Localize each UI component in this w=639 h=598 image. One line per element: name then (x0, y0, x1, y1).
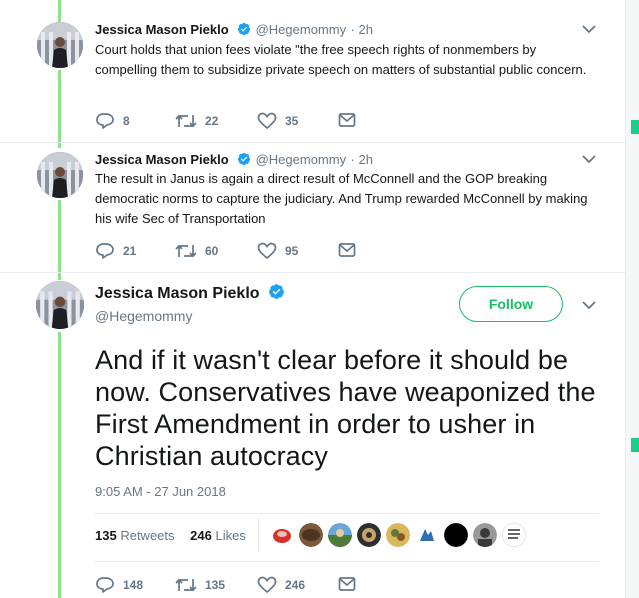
author-handle[interactable]: @Hegemommy (95, 308, 192, 324)
tweet-divider (0, 272, 625, 273)
liker-avatar[interactable] (299, 523, 323, 547)
strip-edge (625, 0, 626, 598)
reply-icon (96, 243, 114, 259)
avatar[interactable] (36, 281, 84, 329)
retweet-icon (175, 244, 197, 258)
dot-separator: · (350, 152, 359, 167)
thread-connector (58, 200, 61, 280)
likes-stat-label: Likes (215, 528, 246, 543)
reply-button[interactable]: 21 (95, 242, 136, 260)
direct-message-icon (338, 113, 356, 127)
tweet-header: Jessica Mason Pieklo @Hegemommy · 2h (95, 151, 373, 171)
tweet-time[interactable]: 2h (359, 22, 373, 37)
retweet-button[interactable]: 60 (175, 242, 218, 260)
avatar[interactable] (37, 22, 83, 68)
retweet-button[interactable]: 22 (175, 112, 218, 130)
tweet-text: Court holds that union fees violate "the… (95, 42, 587, 77)
avatar-image (37, 22, 83, 68)
green-marker (631, 438, 639, 452)
retweet-count: 135 (205, 578, 226, 592)
direct-message-button[interactable] (338, 576, 356, 592)
liker-avatar[interactable] (444, 523, 468, 547)
liker-avatar[interactable] (386, 523, 410, 547)
liker-avatar[interactable] (473, 523, 497, 547)
retweet-button[interactable]: 135 (175, 576, 225, 594)
author-name[interactable]: Jessica Mason Pieklo (95, 22, 229, 37)
like-button[interactable]: 246 (257, 576, 305, 594)
liker-avatar[interactable] (415, 523, 439, 547)
tweet-header: Jessica Mason Pieklo @Hegemommy · 2h (95, 21, 373, 41)
like-count: 35 (285, 114, 299, 128)
follow-button[interactable]: Follow (459, 286, 563, 322)
liker-avatar[interactable] (328, 523, 352, 547)
liker-avatar[interactable] (270, 523, 294, 547)
retweets-stat[interactable]: 135 Retweets (95, 528, 175, 543)
likes-stat[interactable]: 246 Likes (190, 528, 246, 543)
like-icon (257, 242, 277, 260)
like-button[interactable]: 35 (257, 112, 298, 130)
verified-badge-icon (237, 22, 251, 41)
verified-badge-icon (268, 283, 285, 305)
reply-count: 148 (123, 578, 144, 592)
thread-connector (58, 332, 61, 598)
avatar[interactable] (37, 152, 83, 198)
stats-divider-top (95, 513, 599, 514)
right-edge-strip (625, 0, 639, 598)
main-tweet-header: Jessica Mason Pieklo (95, 283, 285, 305)
like-icon (257, 576, 277, 594)
author-name[interactable]: Jessica Mason Pieklo (95, 152, 229, 167)
retweet-icon (175, 578, 197, 592)
reply-button[interactable]: 8 (95, 112, 130, 130)
tweet-time[interactable]: 2h (359, 152, 373, 167)
liker-avatar[interactable] (357, 523, 381, 547)
author-handle[interactable]: @Hegemommy (256, 22, 347, 37)
thread-connector (58, 0, 61, 24)
author-name[interactable]: Jessica Mason Pieklo (95, 285, 260, 302)
thread-connector (58, 70, 61, 148)
stats-separator (258, 518, 259, 552)
retweet-count: 22 (205, 114, 219, 128)
reply-icon (96, 577, 114, 593)
like-icon (257, 112, 277, 130)
avatar-image (37, 152, 83, 198)
stats-divider-bottom (95, 561, 599, 562)
direct-message-button[interactable] (338, 112, 356, 128)
direct-message-icon (338, 243, 356, 257)
retweets-stat-count: 135 (95, 528, 117, 543)
dot-separator: · (350, 22, 359, 37)
main-tweet-text: And if it wasn't clear before it should … (95, 345, 596, 471)
retweet-icon (175, 114, 197, 128)
retweet-count: 60 (205, 244, 219, 258)
like-button[interactable]: 95 (257, 242, 298, 260)
liker-avatar[interactable] (502, 523, 526, 547)
avatar-image (36, 281, 84, 329)
author-handle[interactable]: @Hegemommy (256, 152, 347, 167)
likes-stat-count: 246 (190, 528, 212, 543)
tweet-timestamp[interactable]: 9:05 AM - 27 Jun 2018 (95, 484, 226, 499)
reply-count: 21 (123, 244, 137, 258)
engagement-stats: 135 Retweets 246 Likes (95, 528, 246, 543)
like-count: 95 (285, 244, 299, 258)
retweets-stat-label: Retweets (120, 528, 175, 543)
reply-icon (96, 113, 114, 129)
chevron-down-icon[interactable] (582, 300, 596, 310)
reply-count: 8 (123, 114, 130, 128)
tweet-text: The result in Janus is again a direct re… (95, 171, 588, 226)
direct-message-icon (338, 577, 356, 591)
direct-message-button[interactable] (338, 242, 356, 258)
green-marker (631, 120, 639, 134)
chevron-down-icon[interactable] (582, 24, 596, 34)
chevron-down-icon[interactable] (582, 154, 596, 164)
like-count: 246 (285, 578, 306, 592)
tweet-divider (0, 142, 625, 143)
reply-button[interactable]: 148 (95, 576, 143, 594)
